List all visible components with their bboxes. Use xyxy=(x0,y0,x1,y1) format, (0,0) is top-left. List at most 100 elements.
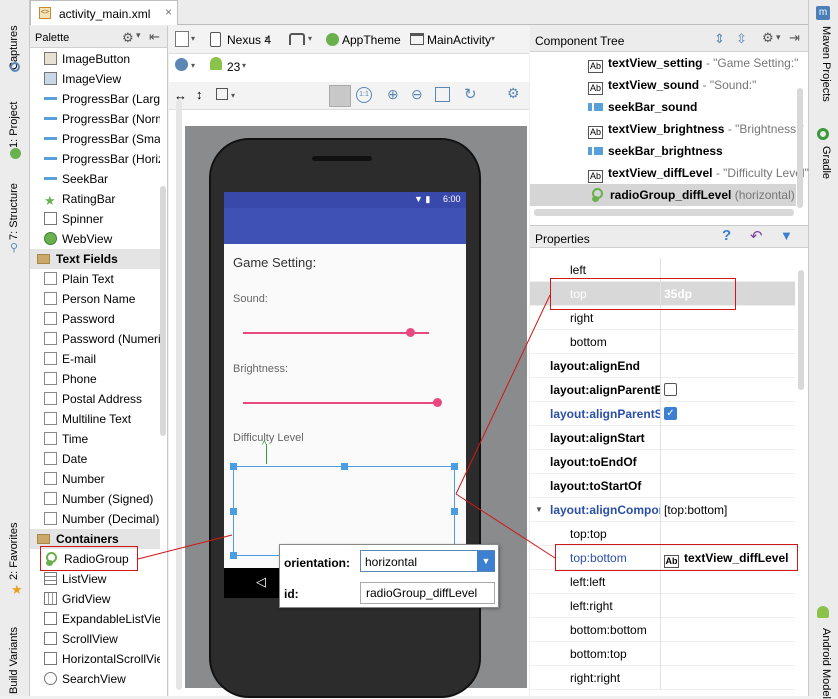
palette-scrollbar[interactable] xyxy=(160,186,166,436)
palette-item-seekbar[interactable]: SeekBar xyxy=(44,169,160,189)
actual-size-icon[interactable]: 1:1 xyxy=(356,87,372,103)
expand-all-icon[interactable]: ⇕ xyxy=(714,31,725,47)
back-nav-icon[interactable]: ◁ xyxy=(256,574,266,590)
locale-globe-icon[interactable] xyxy=(175,58,188,71)
property-row[interactable]: ▼ layout:alignComponent [top:bottom] xyxy=(530,498,795,522)
palette-item-date[interactable]: Date xyxy=(44,449,160,469)
properties-scrollbar[interactable] xyxy=(798,270,804,390)
design-scrollbar[interactable] xyxy=(176,100,182,690)
property-row[interactable]: bottom:bottom xyxy=(530,618,795,642)
hide-panel-icon[interactable]: ⇥ xyxy=(789,30,800,46)
settings-gear-icon[interactable]: ⚙ xyxy=(507,85,520,102)
build-variants-tab[interactable]: Build Variants xyxy=(8,627,20,694)
gear-icon[interactable]: ⚙ xyxy=(122,30,134,46)
expand-vertical-icon[interactable]: ↕ xyxy=(196,87,203,102)
dropdown-arrow-icon[interactable]: ▾ xyxy=(491,34,495,43)
activity-selector[interactable]: MainActivity xyxy=(427,33,491,47)
palette-item-expandablelistview[interactable]: ExpandableListView xyxy=(44,609,160,629)
maven-projects-tab[interactable]: Maven Projects xyxy=(820,26,832,102)
palette-item-gridview[interactable]: GridView xyxy=(44,589,160,609)
orientation-icon[interactable] xyxy=(289,33,305,45)
tree-horizontal-scrollbar[interactable] xyxy=(534,209,794,216)
property-row[interactable]: bottom:top xyxy=(530,642,795,666)
expand-arrow-icon[interactable]: ▼ xyxy=(535,498,543,522)
property-row[interactable]: layout:alignStart xyxy=(530,426,795,450)
tree-scrollbar[interactable] xyxy=(797,88,803,208)
property-row[interactable]: right:right xyxy=(530,666,795,690)
palette-item-progressbar-small[interactable]: ProgressBar (Small) xyxy=(44,129,160,149)
project-tab[interactable]: 1: Project xyxy=(8,102,20,148)
orientation-select[interactable]: horizontal ▼ xyxy=(360,550,495,572)
brightness-seekbar[interactable] xyxy=(243,402,438,404)
palette-item-number[interactable]: Number xyxy=(44,469,160,489)
zoom-to-fit-button[interactable] xyxy=(329,85,351,107)
resize-handle[interactable] xyxy=(230,552,237,559)
resize-handle[interactable] xyxy=(451,463,458,470)
palette-item-imagebutton[interactable]: ImageButton xyxy=(44,49,160,69)
zoom-in-icon[interactable]: ⊕ xyxy=(387,86,399,103)
tree-item-textview-sound[interactable]: Ab textView_sound - "Sound:" xyxy=(588,74,756,96)
dropdown-arrow-icon[interactable]: ▾ xyxy=(191,34,195,43)
tree-item-textview-setting[interactable]: Ab textView_setting - "Game Setting:" xyxy=(588,52,798,74)
zoom-out-icon[interactable]: ⊖ xyxy=(411,86,423,103)
property-value[interactable] xyxy=(664,378,677,402)
property-value[interactable]: [top:bottom] xyxy=(664,498,727,522)
resize-handle[interactable] xyxy=(341,463,348,470)
dropdown-arrow-icon[interactable]: ▾ xyxy=(308,34,312,43)
palette-item-searchview[interactable]: SearchView xyxy=(44,669,160,689)
brightness-seekbar-thumb[interactable] xyxy=(432,398,442,407)
palette-item-number-decimal[interactable]: Number (Decimal) xyxy=(44,509,160,529)
palette-item-postal-address[interactable]: Postal Address xyxy=(44,389,160,409)
gradle-tab[interactable]: Gradle xyxy=(820,146,832,179)
palette-item-plain-text[interactable]: Plain Text xyxy=(44,269,160,289)
id-field[interactable] xyxy=(360,582,495,604)
tree-item-radiogroup-difflevel[interactable]: radioGroup_diffLevel (horizontal) xyxy=(590,184,795,206)
property-row[interactable]: left:right xyxy=(530,594,795,618)
palette-item-progressbar-normal[interactable]: ProgressBar (Normal) xyxy=(44,109,160,129)
resize-handle[interactable] xyxy=(230,463,237,470)
zoom-area-icon[interactable] xyxy=(435,87,450,102)
palette-item-person-name[interactable]: Person Name xyxy=(44,289,160,309)
resize-icon[interactable] xyxy=(216,88,228,100)
property-row[interactable]: left:left xyxy=(530,570,795,594)
checkbox-checked[interactable]: ✓ xyxy=(664,407,677,420)
dropdown-arrow-icon[interactable]: ▾ xyxy=(242,61,246,70)
sound-seekbar[interactable] xyxy=(243,332,429,334)
structure-tab[interactable]: 7: Structure xyxy=(8,183,20,240)
palette-item-webview[interactable]: WebView xyxy=(44,229,160,249)
property-row[interactable]: layout:toStartOf xyxy=(530,474,795,498)
checkbox-unchecked[interactable] xyxy=(664,383,677,396)
tree-item-textview-difflevel[interactable]: Ab textView_diffLevel - "Difficulty Level… xyxy=(588,162,809,184)
palette-item-phone[interactable]: Phone xyxy=(44,369,160,389)
editor-tab-activity-main[interactable]: <> activity_main.xml × xyxy=(30,0,178,25)
property-row[interactable]: top:top xyxy=(530,522,795,546)
dropdown-arrow-icon[interactable]: ▾ xyxy=(265,34,269,43)
hide-panel-icon[interactable]: ⇤ xyxy=(149,29,160,45)
api-level-selector[interactable]: 23 xyxy=(227,60,240,74)
palette-item-time[interactable]: Time xyxy=(44,429,160,449)
palette-item-password-numeric[interactable]: Password (Numeric) xyxy=(44,329,160,349)
property-row[interactable]: bottom xyxy=(530,330,795,354)
palette-item-email[interactable]: E-mail xyxy=(44,349,160,369)
refresh-icon[interactable]: ↻ xyxy=(464,85,477,103)
dropdown-arrow-icon[interactable]: ▾ xyxy=(776,32,781,43)
palette-item-listview[interactable]: ListView xyxy=(44,569,160,589)
sound-seekbar-thumb[interactable] xyxy=(406,328,416,337)
close-tab-icon[interactable]: × xyxy=(165,5,172,19)
collapse-all-icon[interactable]: ⇳ xyxy=(736,31,747,47)
layout-variant-icon[interactable] xyxy=(175,31,189,47)
palette-item-ratingbar[interactable]: ★ RatingBar xyxy=(44,189,160,209)
palette-item-horizontalscrollview[interactable]: HorizontalScrollView xyxy=(44,649,160,669)
gear-icon[interactable]: ⚙ xyxy=(762,30,774,46)
palette-item-progressbar-horizontal[interactable]: ProgressBar (Horizontal) xyxy=(44,149,160,169)
palette-item-scrollview[interactable]: ScrollView xyxy=(44,629,160,649)
property-value[interactable]: ✓ xyxy=(664,402,677,426)
android-model-tab[interactable]: Android Model xyxy=(820,628,832,699)
theme-selector[interactable]: AppTheme xyxy=(342,33,401,47)
favorites-tab[interactable]: 2: Favorites xyxy=(8,523,20,580)
palette-item-imageview[interactable]: ImageView xyxy=(44,69,160,89)
palette-group-text-fields[interactable]: Text Fields xyxy=(30,249,160,269)
radiogroup-selection-box[interactable] xyxy=(230,463,458,559)
tree-item-seekbar-brightness[interactable]: seekBar_brightness xyxy=(588,140,723,162)
help-icon[interactable]: ? xyxy=(722,227,731,244)
